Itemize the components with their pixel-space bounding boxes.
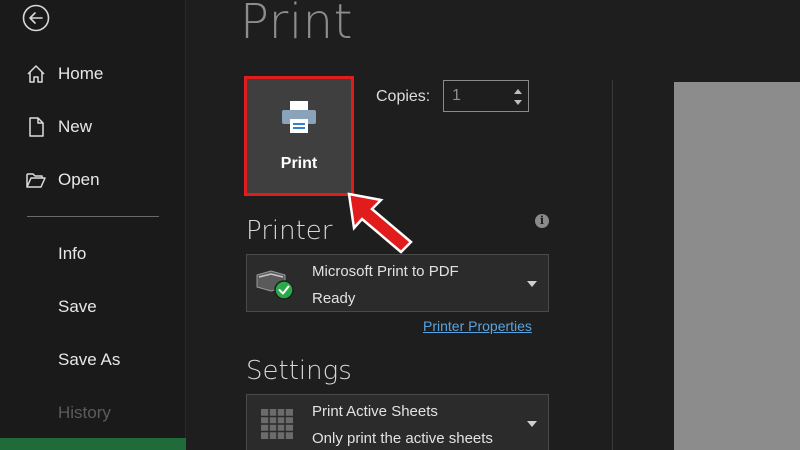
printer-properties-link[interactable]: Printer Properties [423, 318, 532, 334]
printer-name: Microsoft Print to PDF [312, 263, 459, 280]
nav-item-save-as[interactable]: Save As [0, 340, 186, 380]
copies-increment-icon[interactable] [514, 89, 522, 94]
chevron-down-icon [527, 281, 537, 287]
nav-label-new: New [58, 117, 93, 136]
nav-label-save-as: Save As [58, 350, 121, 369]
nav-label-home: Home [58, 64, 104, 83]
nav-separator [27, 216, 159, 217]
nav-label-info: Info [58, 244, 87, 263]
back-arrow-icon[interactable] [22, 4, 50, 32]
open-folder-icon [26, 173, 46, 188]
nav-item-open[interactable]: Open [0, 160, 186, 200]
nav-label-save: Save [58, 297, 97, 316]
printer-status: Ready [312, 290, 356, 307]
preview-divider [612, 80, 613, 450]
nav-item-new[interactable]: New [0, 107, 186, 147]
copies-decrement-icon[interactable] [514, 100, 522, 105]
nav-item-home[interactable]: Home [0, 54, 186, 94]
print-scope-dropdown[interactable]: Print Active Sheets Only print the activ… [246, 394, 549, 450]
print-button-label: Print [280, 155, 318, 172]
printer-heading: Printer [246, 216, 333, 246]
home-icon [27, 65, 45, 83]
backstage-nav: Home New Open Info Save Save As History [0, 0, 186, 450]
print-button[interactable]: Print [244, 76, 354, 196]
chevron-down-icon [527, 421, 537, 427]
print-scope-description: Only print the active sheets [312, 430, 493, 447]
printer-icon [282, 101, 316, 133]
print-preview [674, 82, 800, 450]
nav-item-history[interactable]: History [0, 393, 186, 433]
nav-label-open: Open [58, 170, 100, 189]
copies-label: Copies: [376, 88, 431, 105]
printer-status-icon [256, 270, 294, 300]
nav-item-info[interactable]: Info [0, 234, 186, 274]
info-icon[interactable]: i [535, 214, 549, 228]
nav-active-item-indicator[interactable] [0, 438, 186, 450]
new-document-icon [29, 117, 44, 137]
pointer-arrow-icon [347, 192, 413, 254]
page-title: Print [240, 0, 353, 50]
printer-dropdown[interactable]: Microsoft Print to PDF Ready [246, 254, 549, 312]
copies-input[interactable] [452, 87, 502, 105]
copies-stepper[interactable] [443, 80, 529, 112]
print-scope-title: Print Active Sheets [312, 403, 438, 420]
nav-label-history: History [58, 403, 111, 422]
settings-heading: Settings [246, 356, 352, 386]
nav-item-save[interactable]: Save [0, 287, 186, 327]
sheets-icon [261, 409, 293, 439]
